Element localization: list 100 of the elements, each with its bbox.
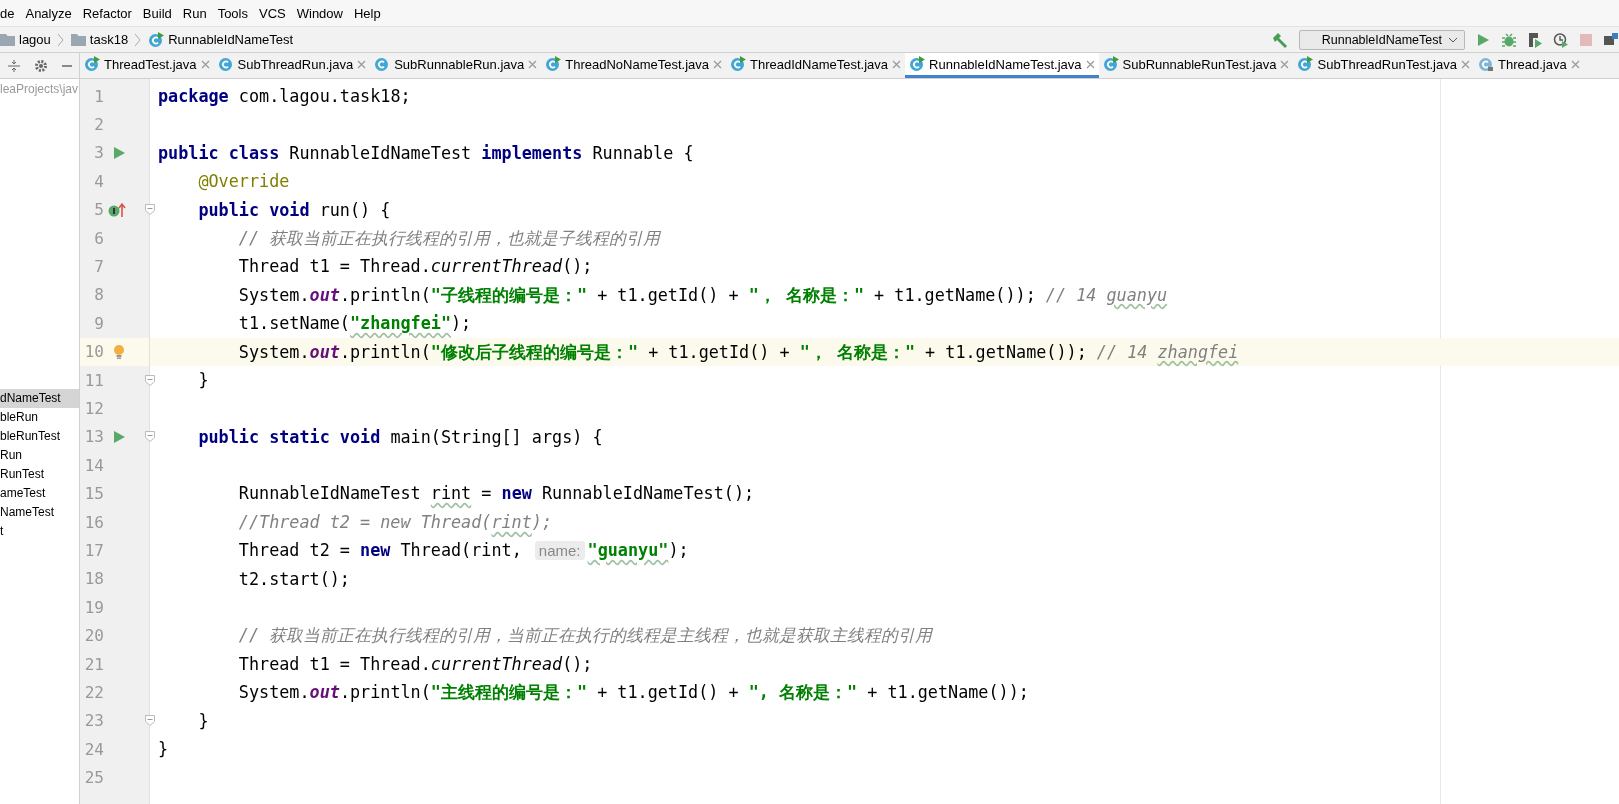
breadcrumb-item[interactable]: task18 (89, 32, 129, 47)
line-number: 10 (83, 342, 104, 362)
class-icon (374, 56, 391, 72)
line-number: 3 (93, 143, 104, 163)
line-number: 6 (93, 228, 104, 248)
class-icon (1102, 56, 1119, 72)
line-number: 23 (83, 711, 104, 731)
line-number: 11 (83, 370, 104, 390)
fold-icon[interactable] (145, 431, 155, 443)
folder-icon (70, 33, 86, 46)
collapse-icon (6, 58, 21, 73)
hammer-icon[interactable] (1270, 30, 1289, 49)
project-tree-item[interactable]: t (0, 522, 79, 541)
editor-tab[interactable]: RunnableIdNameTest.java (905, 53, 1099, 78)
run-icon[interactable] (112, 145, 126, 160)
menu-item[interactable]: Help (354, 5, 381, 21)
run-configuration-dropdown[interactable]: RunnableIdNameTest (1298, 29, 1465, 50)
project-tree-item[interactable]: ameTest (0, 484, 79, 503)
editor-tab[interactable]: SubRunnableRun.java (370, 53, 542, 78)
code-line: System.out.println("子线程的编号是：" + t1.getId() + "， 名称是：" + t1.getName()); // 14 guanyu (237, 283, 1169, 307)
close-icon[interactable] (1280, 59, 1290, 69)
profiler-icon[interactable] (1553, 31, 1569, 48)
class-icon (148, 31, 165, 48)
project-tree-item[interactable]: Run (0, 446, 79, 465)
line-number: 20 (83, 626, 104, 646)
run-icon[interactable] (1475, 31, 1491, 48)
close-icon[interactable] (200, 59, 210, 69)
class-icon (1477, 56, 1494, 72)
fold-icon[interactable] (145, 204, 155, 216)
chevron-icon (134, 32, 143, 47)
class-icon (1297, 56, 1314, 72)
class-icon (217, 56, 234, 72)
settings-icon (33, 58, 48, 73)
debug-icon[interactable] (1501, 31, 1517, 48)
menu-item[interactable]: Refactor (82, 5, 132, 21)
line-number: 19 (83, 597, 104, 617)
project-path: leaProjects\jav (0, 81, 79, 96)
close-icon[interactable] (1570, 59, 1580, 69)
code-line: } (197, 709, 210, 733)
menu-item[interactable]: Tools (217, 5, 248, 21)
line-number: 13 (83, 427, 104, 447)
line-number: 22 (83, 682, 104, 702)
line-number: 18 (83, 569, 104, 589)
menu-item[interactable]: Analyze (25, 5, 72, 21)
close-icon[interactable] (1085, 59, 1095, 69)
menu-item[interactable]: Run (182, 5, 207, 21)
close-icon[interactable] (528, 59, 538, 69)
editor-tab[interactable]: ThreadTest.java (80, 53, 214, 78)
editor-tab[interactable]: SubThreadRun.java (213, 53, 371, 78)
code-editor[interactable] (150, 79, 1619, 804)
code-line: //Thread t2 = new Thread(rint); (237, 510, 554, 534)
editor-tab[interactable]: ThreadIdNameTest.java (726, 53, 906, 78)
editor-tab[interactable]: Thread.java (1473, 53, 1584, 78)
breadcrumb-item[interactable]: lagou (19, 32, 51, 47)
coverage-icon[interactable] (1527, 31, 1543, 48)
code-line: @Override (197, 170, 291, 194)
fold-icon[interactable] (145, 374, 155, 386)
code-line: public class RunnableIdNameTest implements Runnable { (157, 141, 695, 165)
close-icon[interactable] (357, 59, 367, 69)
editor-tab[interactable]: ThreadNoNameTest.java (541, 53, 727, 78)
class-icon (909, 56, 926, 72)
editor-tab[interactable]: SubRunnableRunTest.java (1098, 53, 1294, 78)
breadcrumb-item[interactable]: RunnableIdNameTest (168, 32, 294, 47)
editor-tab[interactable]: SubThreadRunTest.java (1293, 53, 1474, 78)
code-line: t1.setName("zhangfei"); (237, 312, 473, 336)
menu-item[interactable]: Build (142, 5, 172, 21)
code-line: public static void main(String[] args) { (197, 425, 604, 449)
class-icon (84, 56, 100, 72)
code-line: } (197, 368, 210, 392)
project-tree-item[interactable]: bleRunTest (0, 427, 79, 446)
line-number: 9 (93, 313, 104, 333)
code-line: package com.lagou.task18; (157, 85, 412, 108)
class-icon (730, 56, 747, 72)
code-line: System.out.println("主线程的编号是：" + t1.getId() + ", 名称是：" + t1.getName()); (237, 681, 1030, 705)
close-icon[interactable] (713, 59, 723, 69)
class-icon (545, 56, 562, 72)
line-number: 24 (83, 739, 104, 759)
code-line: RunnableIdNameTest rint = new RunnableIdNameTest(); (237, 482, 756, 506)
line-number: 15 (83, 484, 104, 504)
code-line: Thread t1 = Thread.currentThread(); (237, 652, 594, 676)
project-tree-item[interactable]: RunTest (0, 465, 79, 484)
run-icon[interactable] (112, 429, 126, 444)
fold-icon[interactable] (145, 715, 155, 727)
line-number: 5 (93, 200, 104, 220)
close-icon[interactable] (892, 59, 902, 69)
code-line: t2.start(); (237, 567, 351, 591)
line-number: 2 (93, 115, 104, 135)
line-number: 8 (93, 285, 104, 305)
close-icon[interactable] (1460, 59, 1470, 69)
code-line: } (157, 738, 170, 761)
project-structure-icon[interactable] (1603, 31, 1619, 48)
project-tree-item[interactable]: dNameTest (0, 389, 79, 408)
lightbulb-icon[interactable] (113, 343, 125, 360)
menu-item[interactable]: Window (296, 5, 343, 21)
menu-item[interactable]: de (0, 5, 15, 21)
code-line: // 获取当前正在执行线程的引用，也就是子线程的引用 (237, 226, 662, 250)
project-tree-item[interactable]: NameTest (0, 503, 79, 522)
project-tree-item[interactable]: bleRun (0, 408, 79, 427)
line-number: 7 (93, 257, 104, 277)
menu-item[interactable]: VCS (259, 5, 286, 21)
